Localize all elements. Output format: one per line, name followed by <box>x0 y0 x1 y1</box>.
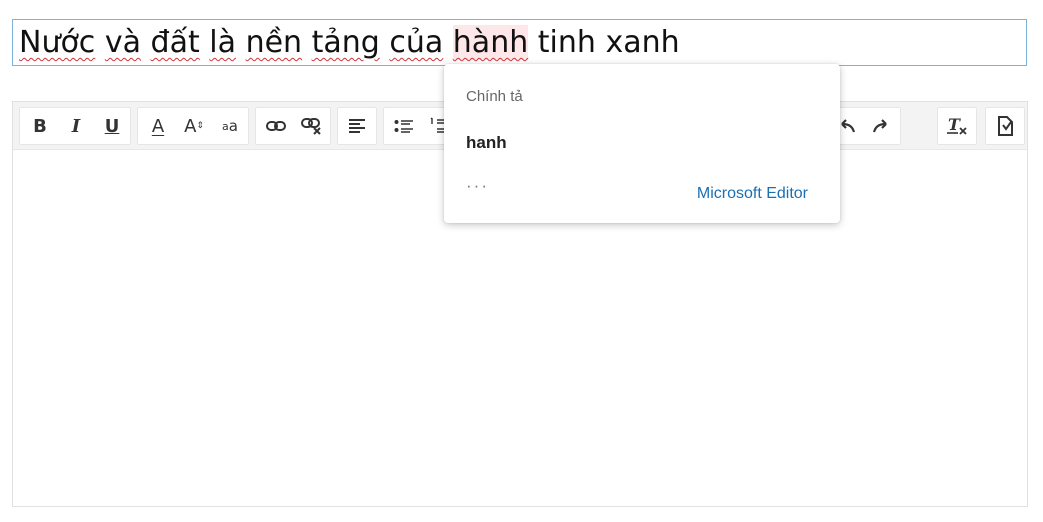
title-word: đất <box>150 25 200 60</box>
subscript-label: a <box>228 117 238 135</box>
redo-icon[interactable] <box>866 108 898 144</box>
svg-text:T: T <box>948 116 961 134</box>
insert-content-icon[interactable] <box>989 108 1021 144</box>
unlink-icon[interactable] <box>296 108 328 144</box>
clear-format-group: T <box>937 107 977 145</box>
title-input[interactable]: Nước và đất là nền tảng của hành tinh xa… <box>12 19 1027 66</box>
font-size-button[interactable]: A ⇕ <box>178 108 210 144</box>
title-word: xanh <box>605 25 680 60</box>
insert-group <box>985 107 1025 145</box>
font-group: A A ⇕ aa <box>137 107 249 145</box>
more-options-button[interactable]: ··· <box>466 176 489 196</box>
title-word: và <box>104 25 141 60</box>
font-size-arrows-icon: ⇕ <box>196 121 204 131</box>
title-word: tinh <box>537 25 596 60</box>
subscript-button[interactable]: aa <box>214 108 246 144</box>
bullet-list-icon[interactable] <box>388 108 420 144</box>
title-word: của <box>389 25 444 60</box>
bold-button[interactable]: B <box>24 108 56 144</box>
italic-button[interactable]: I <box>60 108 92 144</box>
align-left-icon[interactable] <box>341 108 373 144</box>
link-icon[interactable] <box>260 108 292 144</box>
link-group <box>255 107 331 145</box>
clear-formatting-icon[interactable]: T <box>941 108 973 144</box>
font-size-label: A <box>184 115 197 137</box>
suggestion-item[interactable]: hanh <box>466 133 507 153</box>
misspelled-word[interactable]: hành <box>452 25 529 60</box>
superscript-a-icon: a <box>222 119 229 133</box>
popup-category-label: Chính tả <box>466 88 523 105</box>
microsoft-editor-link[interactable]: Microsoft Editor <box>697 185 808 203</box>
title-word: là <box>209 25 237 60</box>
text-style-group: B I U <box>19 107 131 145</box>
title-word: tảng <box>311 25 380 60</box>
underline-button[interactable]: U <box>96 108 128 144</box>
title-word: Nước <box>19 25 96 60</box>
font-color-button[interactable]: A <box>142 108 174 144</box>
align-group <box>337 107 377 145</box>
spelling-suggestion-popup: Chính tả hanh ··· Microsoft Editor <box>444 64 840 223</box>
title-word: nền <box>245 25 303 60</box>
